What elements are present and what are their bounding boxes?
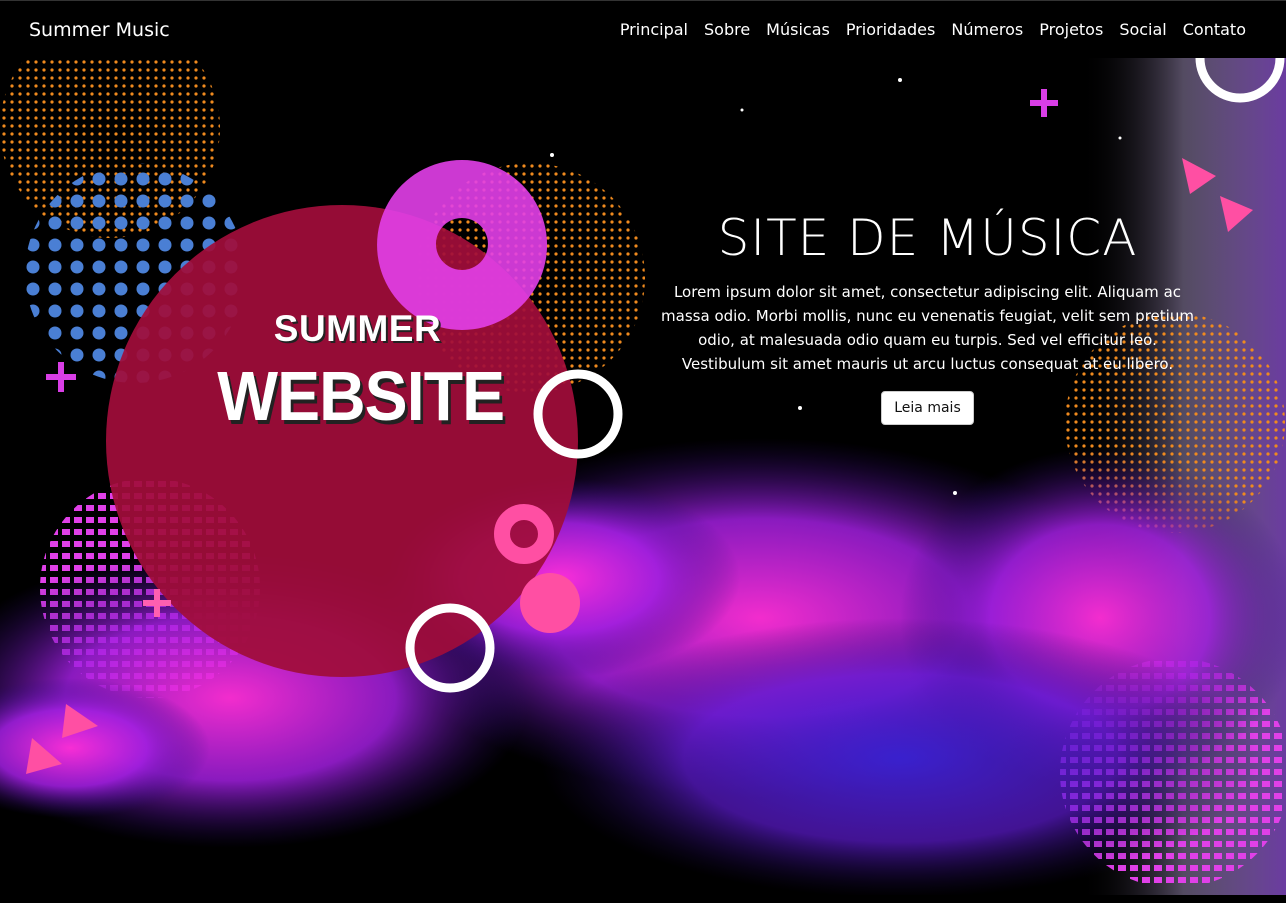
star-dot (1118, 136, 1122, 140)
nav-link-principal[interactable]: Principal (620, 20, 688, 39)
nav-link-musicas[interactable]: Músicas (766, 20, 830, 39)
hero-title: SITE DE MÚSICA (717, 209, 1138, 267)
badge-website-text: WEBSITE (217, 357, 505, 435)
pink-circle (520, 573, 580, 633)
nav-link-projetos[interactable]: Projetos (1039, 20, 1103, 39)
hero-section: SUMMER WEBSITE SITE DE MÚSICA Lorem ipsu… (0, 58, 1286, 898)
nav-link-sobre[interactable]: Sobre (704, 20, 750, 39)
star-dot (898, 78, 902, 82)
hero-content: SITE DE MÚSICA Lorem ipsum dolor sit ame… (660, 206, 1195, 425)
star-dot (740, 108, 744, 112)
plus-icon (46, 362, 76, 392)
nav-link-prioridades[interactable]: Prioridades (846, 20, 936, 39)
read-more-button[interactable]: Leia mais (881, 391, 974, 425)
hero-description: Lorem ipsum dolor sit amet, consectetur … (661, 283, 1194, 373)
bottom-bar (0, 895, 1286, 903)
hero-background-art (0, 58, 1286, 898)
plus-icon (1030, 89, 1058, 117)
nav-link-social[interactable]: Social (1119, 20, 1166, 39)
star-dot (550, 153, 554, 157)
nav-links: Principal Sobre Músicas Prioridades Núme… (620, 20, 1246, 39)
badge-summer-text: SUMMER (273, 308, 442, 349)
nav-link-numeros[interactable]: Números (951, 20, 1023, 39)
nav-link-contato[interactable]: Contato (1183, 20, 1246, 39)
brand-link[interactable]: Summer Music (29, 19, 170, 41)
star-dot (953, 491, 957, 495)
top-navbar: Summer Music Principal Sobre Músicas Pri… (0, 0, 1286, 58)
